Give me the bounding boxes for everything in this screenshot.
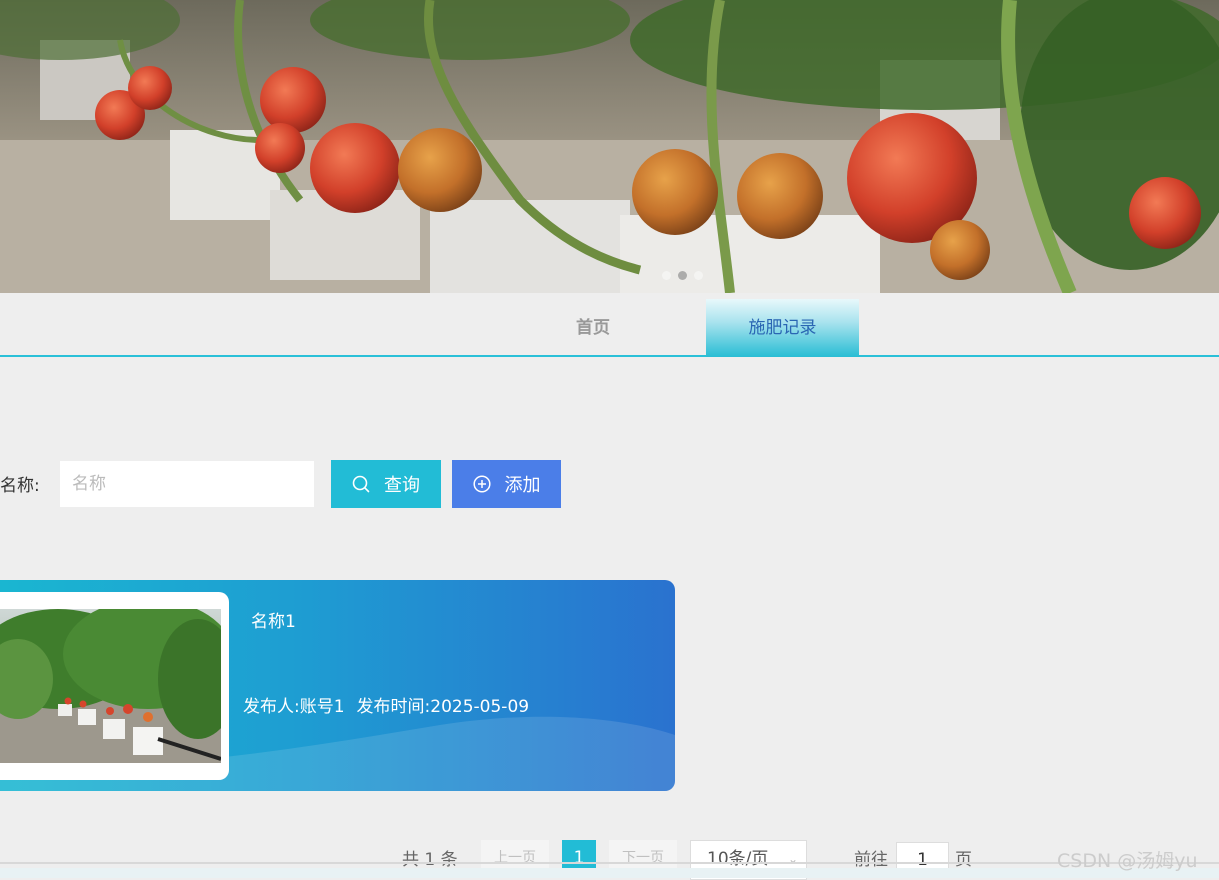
carousel-dot-active[interactable]	[678, 271, 687, 280]
banner-image	[0, 0, 1219, 293]
carousel-dot[interactable]	[662, 271, 671, 280]
query-button-label: 查询	[384, 475, 420, 496]
record-thumbnail-image	[0, 609, 221, 763]
goto-label: 前往	[854, 850, 888, 870]
search-name-input[interactable]	[60, 461, 314, 507]
add-button[interactable]: 添加	[452, 460, 561, 508]
search-name-label: 名称:	[0, 476, 40, 496]
page-size-value: 10条/页	[707, 849, 769, 869]
bottom-strip	[0, 868, 1219, 878]
record-card[interactable]	[0, 580, 675, 791]
nav-item-home[interactable]: 首页	[530, 299, 656, 357]
record-title[interactable]: 名称1	[251, 607, 296, 632]
plus-circle-icon	[472, 475, 491, 493]
pagination-total: 共 1 条	[402, 850, 458, 870]
record-meta: 发布人:账号1 发布时间:2025-05-09	[243, 692, 541, 717]
record-thumbnail-frame	[0, 592, 229, 780]
record-publisher: 发布人:账号1	[243, 697, 345, 717]
record-publish-time: 发布时间:2025-05-09	[356, 697, 530, 717]
search-icon	[352, 475, 370, 493]
nav-item-fertilization-records[interactable]: 施肥记录	[706, 299, 859, 357]
watermark: CSDN @汤姆yu	[1057, 850, 1198, 872]
carousel-dot[interactable]	[694, 271, 703, 280]
main-nav: 首页 施肥记录	[0, 293, 1219, 357]
banner-carousel[interactable]	[0, 0, 1219, 293]
page-unit-label: 页	[955, 850, 972, 870]
add-button-label: 添加	[504, 475, 541, 496]
carousel-indicators	[662, 271, 703, 280]
bottom-divider	[0, 862, 1219, 864]
query-button[interactable]: 查询	[331, 460, 441, 508]
